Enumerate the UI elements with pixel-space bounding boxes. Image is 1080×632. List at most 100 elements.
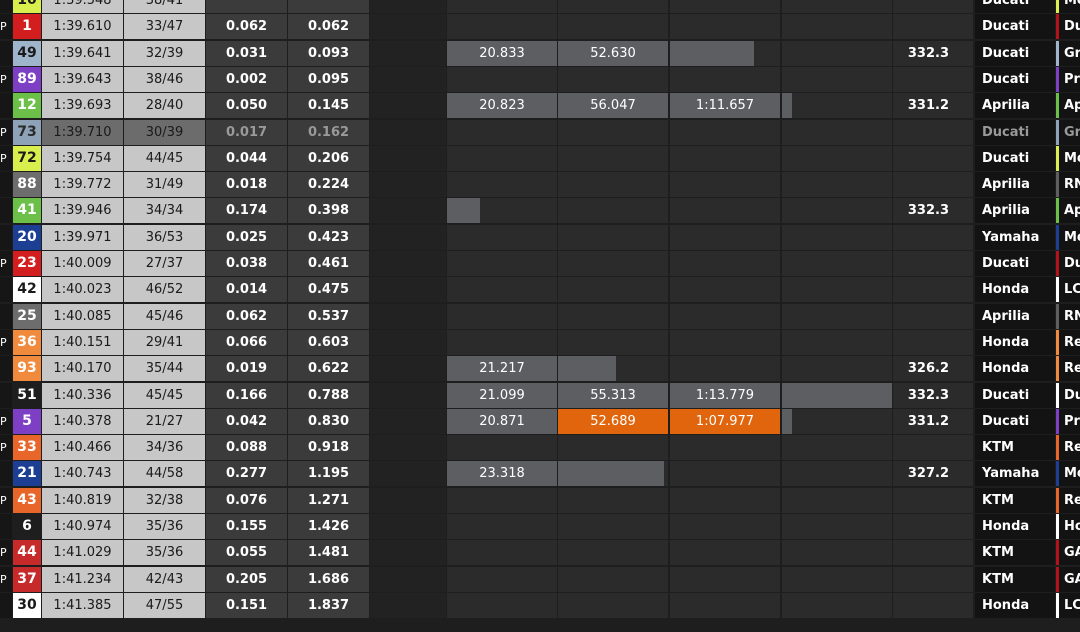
sector-s3-cell xyxy=(670,277,780,303)
team-color-bar xyxy=(1056,303,1059,329)
timing-row[interactable]: P 37 1:41.234 42/43 0.205 1.686 KTM GA xyxy=(0,566,1080,593)
timing-row[interactable]: 49 1:39.641 32/39 0.031 0.093 20.833 52.630 332… xyxy=(0,40,1080,67)
manufacturer-cell: Yamaha xyxy=(975,461,1055,487)
rider-number-badge: 42 xyxy=(13,277,41,303)
timing-row[interactable]: 30 1:41.385 47/55 0.151 1.837 Honda LC xyxy=(0,592,1080,619)
manufacturer-cell: Honda xyxy=(975,277,1055,303)
timing-row[interactable]: P 23 1:40.009 27/37 0.038 0.461 Ducati Du xyxy=(0,251,1080,277)
sector-s2-cell xyxy=(558,566,668,592)
rider-number-badge: 72 xyxy=(13,145,41,171)
timing-row[interactable]: P331:40.46634/360.0880.918 KTM Red xyxy=(0,435,1080,461)
team-color-bar xyxy=(1056,40,1059,66)
sector-s2-time: 56.047 xyxy=(590,98,636,114)
sector-s3-cell: 1:07.977 xyxy=(670,408,780,434)
timing-row[interactable]: P 1 1:39.610 33/47 0.062 0.062 Ducati Du xyxy=(0,14,1080,40)
lap-count-cell: 36/53 xyxy=(124,224,205,250)
timing-row[interactable]: 51 1:40.336 45/45 0.166 0.788 21.099 55.313 1:1… xyxy=(0,382,1080,409)
timing-row[interactable]: 41 1:39.946 34/34 0.174 0.398 332.3 Aprilia Ap xyxy=(0,198,1080,224)
interval-cell: 1.271 xyxy=(288,487,369,513)
lap-time-cell: 1:40.743 xyxy=(42,461,123,487)
team-cell: GA xyxy=(1056,566,1080,592)
sector-s3-time: 1:07.977 xyxy=(695,413,755,429)
team-name: Rep xyxy=(1064,334,1080,350)
empty-cell xyxy=(370,592,446,618)
interval-cell: 0.537 xyxy=(288,303,369,329)
manufacturer-cell: KTM xyxy=(975,540,1055,566)
sector-s1-cell: 20.871 xyxy=(447,408,557,434)
team-name: Mo xyxy=(1064,150,1080,166)
empty-cell xyxy=(370,119,446,145)
team-color-bar xyxy=(1056,514,1059,539)
lap-time-cell: 1:40.170 xyxy=(42,356,123,382)
speed-cell xyxy=(893,514,973,539)
empty-cell xyxy=(370,329,446,355)
sector-s1-cell: 20.833 xyxy=(447,40,557,66)
sector-s4-cell xyxy=(782,382,892,408)
timing-row[interactable]: 25 1:40.085 45/46 0.062 0.537 Aprilia RN xyxy=(0,303,1080,330)
rider-number-badge: 25 xyxy=(13,303,41,329)
empty-cell xyxy=(370,566,446,592)
timing-row[interactable]: P891:39.64338/460.0020.095 Ducati Pri xyxy=(0,66,1080,93)
pit-indicator xyxy=(0,277,12,303)
sector-s2-cell xyxy=(558,435,668,461)
timing-row[interactable]: P431:40.81932/380.0761.271 KTM Red xyxy=(0,487,1080,514)
sector-s2-cell xyxy=(558,172,668,198)
timing-row[interactable]: 101:39.54838/41 Ducati Mo xyxy=(0,0,1080,14)
sector-s1-cell xyxy=(447,224,557,250)
interval-cell: 1.481 xyxy=(288,540,369,566)
sector-s3-cell xyxy=(670,0,780,13)
sector-s1-cell xyxy=(447,198,557,224)
team-cell: Pri xyxy=(1056,66,1080,92)
gap-cell: 0.017 xyxy=(206,119,287,145)
team-cell: Mo xyxy=(1056,145,1080,171)
manufacturer-cell: Honda xyxy=(975,329,1055,355)
team-cell: Du xyxy=(1056,14,1080,40)
team-name: Red xyxy=(1064,440,1080,456)
speed-cell xyxy=(893,329,973,355)
team-color-bar xyxy=(1056,66,1059,92)
lap-time-cell: 1:39.772 xyxy=(42,172,123,198)
timing-row[interactable]: 201:39.97136/530.0250.423 Yamaha Mo xyxy=(0,224,1080,251)
empty-cell xyxy=(370,145,446,171)
sector-s3-time: 1:11.657 xyxy=(695,98,755,114)
interval-cell: 1.686 xyxy=(288,566,369,592)
lap-count-cell: 31/49 xyxy=(124,172,205,198)
lap-time-cell: 1:40.085 xyxy=(42,303,123,329)
lap-count-cell: 29/41 xyxy=(124,329,205,355)
pit-indicator xyxy=(0,303,12,329)
interval-cell: 0.206 xyxy=(288,145,369,171)
sector-s1-cell xyxy=(447,303,557,329)
sector-s1-time: 20.823 xyxy=(479,98,525,114)
manufacturer-cell: Honda xyxy=(975,592,1055,618)
timing-row[interactable]: 21 1:40.743 44/58 0.277 1.195 23.318 327.2 Yama… xyxy=(0,461,1080,487)
sector-s2-cell xyxy=(558,461,668,487)
timing-row[interactable]: 93 1:40.170 35/44 0.019 0.622 21.217 326.2 Hond… xyxy=(0,356,1080,382)
timing-row[interactable]: 6 1:40.974 35/36 0.155 1.426 Honda Ho xyxy=(0,514,1080,540)
empty-cell xyxy=(370,487,446,513)
timing-row[interactable]: P 44 1:41.029 35/36 0.055 1.481 KTM GA xyxy=(0,540,1080,566)
sector-s2-time: 52.689 xyxy=(590,413,636,429)
lap-count-cell: 34/36 xyxy=(124,435,205,461)
manufacturer-cell: Ducati xyxy=(975,408,1055,434)
sector-s1-cell xyxy=(447,66,557,92)
manufacturer-cell: Ducati xyxy=(975,382,1055,408)
manufacturer-cell: Ducati xyxy=(975,251,1055,276)
speed-cell xyxy=(893,540,973,566)
timing-row[interactable]: 42 1:40.023 46/52 0.014 0.475 Honda LC xyxy=(0,277,1080,303)
timing-row[interactable]: P 5 1:40.378 21/27 0.042 0.830 20.871 52.689 1:0… xyxy=(0,408,1080,435)
timing-row[interactable]: P721:39.75444/450.0440.206 Ducati Mo xyxy=(0,145,1080,172)
empty-cell xyxy=(370,0,446,13)
timing-row[interactable]: P731:39.71030/390.0170.162 Ducati Gre xyxy=(0,119,1080,146)
team-name: LC xyxy=(1064,282,1080,298)
timing-row[interactable]: 12 1:39.693 28/40 0.050 0.145 20.823 56.047 1:1… xyxy=(0,93,1080,119)
sector-s2-cell xyxy=(558,514,668,539)
empty-cell xyxy=(370,382,446,408)
timing-row[interactable]: P361:40.15129/410.0660.603 Honda Rep xyxy=(0,329,1080,356)
team-color-bar xyxy=(1056,435,1059,461)
timing-row[interactable]: 88 1:39.772 31/49 0.018 0.224 Aprilia RN xyxy=(0,172,1080,198)
manufacturer-cell: Ducati xyxy=(975,66,1055,92)
gap-cell: 0.044 xyxy=(206,145,287,171)
pit-indicator: P xyxy=(0,566,12,592)
lap-count-cell: 30/39 xyxy=(124,119,205,145)
team-name: LC xyxy=(1064,597,1080,613)
